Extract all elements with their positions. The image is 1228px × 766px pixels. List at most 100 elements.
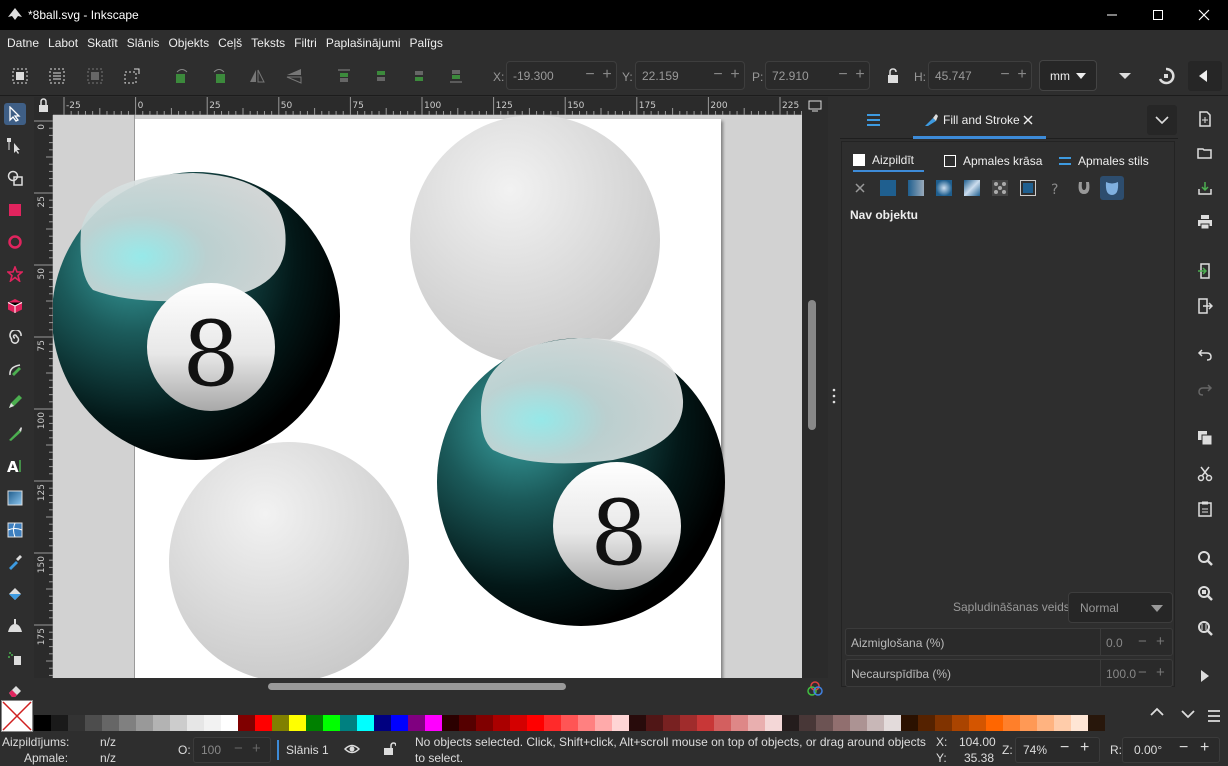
fill-rule-nonzero-button[interactable] — [1100, 176, 1124, 200]
star-tool[interactable] — [4, 263, 26, 285]
no-color-swatch[interactable] — [1, 700, 33, 732]
dock-resize-handle[interactable] — [830, 385, 838, 407]
palette-swatch[interactable] — [374, 715, 391, 731]
palette-swatch[interactable] — [102, 715, 119, 731]
palette-swatch[interactable] — [493, 715, 510, 731]
palette-swatch[interactable] — [340, 715, 357, 731]
height-increment[interactable]: + — [1015, 67, 1029, 83]
select-same-button[interactable] — [122, 66, 142, 86]
subtab-fill[interactable]: Aizpildīt — [853, 150, 924, 172]
palette-swatch[interactable] — [714, 715, 731, 731]
export-button[interactable] — [1194, 295, 1216, 317]
blend-mode-select[interactable]: Normal — [1068, 592, 1173, 623]
palette-swatch[interactable] — [136, 715, 153, 731]
palette-swatch[interactable] — [255, 715, 272, 731]
layers-tab[interactable] — [864, 111, 884, 132]
vertical-scrollbar-thumb[interactable] — [808, 300, 816, 430]
width-decrement[interactable]: − — [836, 67, 850, 83]
x-input[interactable]: -19.300 − + — [506, 61, 617, 90]
snap-popover-button[interactable] — [1188, 61, 1222, 91]
raise-to-top-button[interactable] — [334, 66, 354, 86]
palette-swatch[interactable] — [442, 715, 459, 731]
unit-select[interactable]: mm — [1039, 60, 1097, 91]
palette-swatch[interactable] — [799, 715, 816, 731]
palette-swatch[interactable] — [646, 715, 663, 731]
pencil-tool[interactable] — [4, 391, 26, 413]
select-all-layers-button[interactable] — [47, 66, 67, 86]
deselect-button[interactable] — [85, 66, 105, 86]
palette-swatch[interactable] — [204, 715, 221, 731]
new-document-button[interactable] — [1194, 108, 1216, 130]
eraser-tool[interactable] — [4, 679, 26, 701]
menu-slanis[interactable]: Slānis — [127, 36, 169, 50]
height-input[interactable]: 45.747 − + — [928, 61, 1032, 90]
palette-swatch[interactable] — [748, 715, 765, 731]
palette-swatch[interactable] — [51, 715, 68, 731]
opacity-status-input[interactable]: 100 − + — [193, 737, 271, 763]
paste-button[interactable] — [1194, 498, 1216, 520]
opacity-slider[interactable]: Necaurspīdība (%) 100.0 − + — [845, 659, 1173, 687]
subtab-stroke-style[interactable]: Apmales stils — [1058, 150, 1149, 172]
lower-to-bottom-button[interactable] — [446, 66, 466, 86]
palette-swatch[interactable] — [289, 715, 306, 731]
width-input[interactable]: 72.910 − + — [765, 61, 870, 90]
import-button[interactable] — [1194, 260, 1216, 282]
zoom-page-button[interactable] — [1194, 617, 1216, 639]
commands-overflow-button[interactable] — [1194, 665, 1216, 687]
palette-swatch[interactable] — [782, 715, 799, 731]
text-tool[interactable]: A — [4, 455, 26, 477]
lock-guides-icon[interactable] — [34, 97, 53, 115]
rotate-cw-button[interactable] — [209, 66, 229, 86]
dock-menu-button[interactable] — [1147, 105, 1177, 135]
spray-tool[interactable] — [4, 647, 26, 669]
node-tool[interactable] — [4, 135, 26, 157]
select-all-button[interactable] — [10, 66, 30, 86]
mesh-tool[interactable] — [4, 519, 26, 541]
palette-swatch[interactable] — [935, 715, 952, 731]
shadow-disc-top[interactable] — [410, 115, 660, 365]
layer-visibility-toggle[interactable] — [343, 742, 361, 759]
palette-swatch[interactable] — [833, 715, 850, 731]
open-button[interactable] — [1194, 142, 1216, 164]
palette-swatch[interactable] — [272, 715, 289, 731]
zoom-in-button[interactable]: + — [1080, 739, 1089, 757]
palette-swatch[interactable] — [663, 715, 680, 731]
blur-increment[interactable]: + — [1156, 633, 1165, 650]
shape-builder-tool[interactable] — [4, 167, 26, 189]
palette-swatch[interactable] — [629, 715, 646, 731]
palette-swatch[interactable] — [969, 715, 986, 731]
palette-swatch[interactable] — [884, 715, 901, 731]
palette-swatch[interactable] — [1003, 715, 1020, 731]
palette-swatch[interactable] — [765, 715, 782, 731]
palette-swatch[interactable] — [459, 715, 476, 731]
rectangle-tool[interactable] — [4, 199, 26, 221]
menu-objekts[interactable]: Objekts — [168, 36, 218, 50]
palette-swatch[interactable] — [187, 715, 204, 731]
eight-ball-left[interactable]: 8 — [53, 172, 340, 460]
palette-swatch[interactable] — [986, 715, 1003, 731]
canvas[interactable]: 8 8 — [53, 115, 802, 678]
paint-unset-button[interactable]: ? — [1044, 176, 1068, 200]
raise-button[interactable] — [371, 66, 391, 86]
paint-none-button[interactable] — [848, 176, 872, 200]
palette-swatch[interactable] — [595, 715, 612, 731]
palette-swatch[interactable] — [1020, 715, 1037, 731]
palette-swatch[interactable] — [918, 715, 935, 731]
palette-swatch[interactable] — [391, 715, 408, 731]
paint-bucket-tool[interactable] — [4, 583, 26, 605]
menu-cels[interactable]: Ceļš — [218, 36, 251, 50]
palette-swatch[interactable] — [1088, 715, 1105, 731]
menu-paplasinajumi[interactable]: Paplašinājumi — [326, 36, 410, 50]
current-layer[interactable]: Slānis 1 — [286, 743, 329, 757]
vertical-ruler[interactable]: 0 25 50 75 100 125 150 175 — [34, 115, 53, 691]
opacity-increment[interactable]: + — [1156, 664, 1165, 681]
palette-swatch[interactable] — [697, 715, 714, 731]
fill-rule-evenodd-button[interactable] — [1072, 176, 1096, 200]
fill-indicator-value[interactable]: n/z — [100, 735, 116, 749]
shadow-disc-bottom[interactable] — [169, 442, 409, 678]
palette-swatch[interactable] — [34, 715, 51, 731]
3d-box-tool[interactable] — [4, 295, 26, 317]
opacity-decrement[interactable]: − — [1138, 664, 1147, 681]
palette-swatch[interactable] — [408, 715, 425, 731]
menu-paligs[interactable]: Palīgs — [410, 36, 452, 50]
